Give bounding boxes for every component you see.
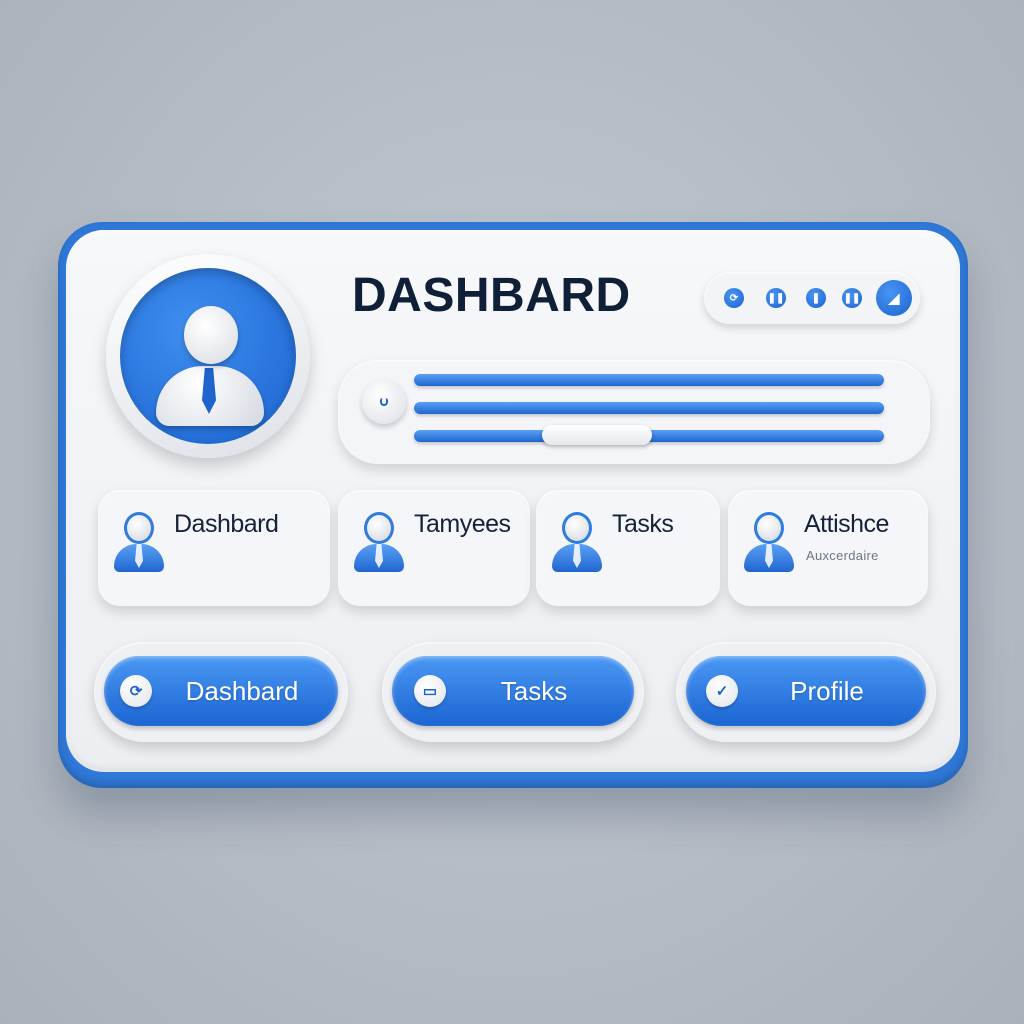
avatar-disc xyxy=(120,268,296,444)
progress-bar xyxy=(414,374,884,386)
pause-icon[interactable]: ❚ xyxy=(806,288,826,308)
toolbar: ⟳ ❚❚ ❚ ❚❚ ◢ xyxy=(704,272,920,324)
card-attishce[interactable]: Attishce Auxcerdaire xyxy=(728,490,928,606)
panel-knob[interactable] xyxy=(362,380,406,424)
dashboard-button[interactable]: ⟳ Dashbard xyxy=(104,656,338,726)
refresh-icon: ⟳ xyxy=(120,675,152,707)
user-icon xyxy=(114,512,164,572)
card-tamyees[interactable]: Tamyees xyxy=(338,490,530,606)
card-title: Dashbard xyxy=(174,510,279,538)
check-icon: ✓ xyxy=(706,675,738,707)
button-label: Tasks xyxy=(500,676,568,706)
card-title: Tamyees xyxy=(414,510,511,538)
page-title: DASHBARD xyxy=(352,269,631,322)
button-label: Dashbard xyxy=(185,676,299,706)
refresh-icon[interactable]: ⟳ xyxy=(724,288,744,308)
card-title: Tasks xyxy=(612,510,674,538)
tasks-button[interactable]: ▭ Tasks xyxy=(392,656,634,726)
card-subtitle: Auxcerdaire xyxy=(806,548,879,563)
card-tasks[interactable]: Tasks xyxy=(536,490,720,606)
user-icon xyxy=(552,512,602,572)
tasks-icon: ▭ xyxy=(414,675,446,707)
button-label: Profile xyxy=(790,676,864,706)
slider-track[interactable] xyxy=(414,425,884,445)
tasks-button-frame: ▭ Tasks xyxy=(382,642,644,742)
user-head xyxy=(184,306,238,364)
slider-thumb[interactable] xyxy=(542,425,652,445)
slider-panel xyxy=(338,360,930,464)
user-icon xyxy=(744,512,794,572)
profile-button[interactable]: ✓ Profile xyxy=(686,656,926,726)
profile-icon[interactable]: ◢ xyxy=(876,280,912,316)
cup-icon xyxy=(380,398,388,406)
profile-button-frame: ✓ Profile xyxy=(676,642,936,742)
pause-icon[interactable]: ❚❚ xyxy=(766,288,786,308)
pause-icon[interactable]: ❚❚ xyxy=(842,288,862,308)
card-title: Attishce xyxy=(804,510,889,538)
card-dashboard[interactable]: Dashbard xyxy=(98,490,330,606)
avatar[interactable] xyxy=(106,254,310,458)
progress-bar xyxy=(414,402,884,414)
dashboard-button-frame: ⟳ Dashbard xyxy=(94,642,348,742)
user-icon xyxy=(354,512,404,572)
